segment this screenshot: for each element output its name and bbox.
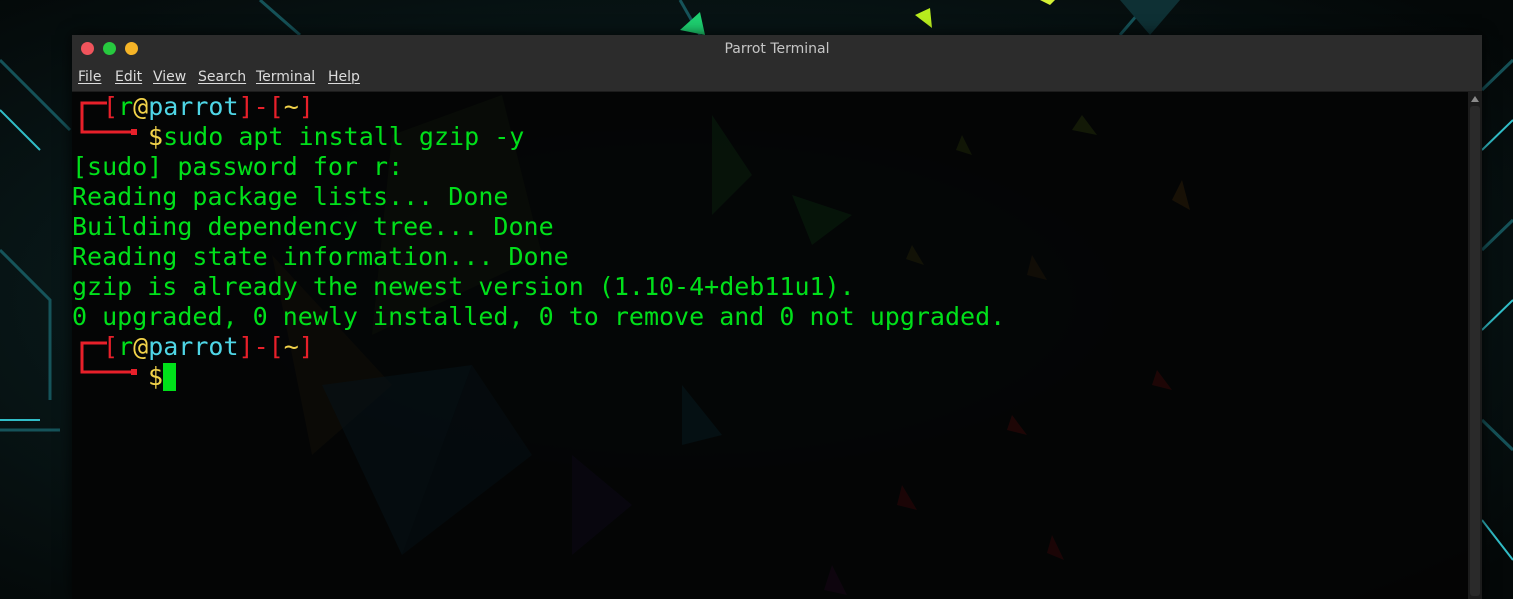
output-line: gzip is already the newest version (1.10…	[72, 272, 855, 301]
menu-help[interactable]: Help	[328, 69, 360, 85]
input-line[interactable]: $	[148, 362, 177, 392]
command-text: sudo apt install gzip -y	[163, 122, 525, 151]
prompt-dash: -	[253, 92, 269, 121]
prompt-cwd: ~	[283, 332, 299, 361]
prompt-cwd-open: [	[268, 92, 284, 121]
menu-view[interactable]: View	[153, 69, 186, 85]
prompt-cwd-close: ]	[298, 332, 314, 361]
output-line: Reading state information... Done	[72, 242, 569, 271]
menu-search[interactable]: Search	[198, 69, 246, 85]
prompt-cwd: ~	[283, 92, 299, 121]
prompt-line-1: [r@parrot]-[~]	[103, 92, 314, 122]
text-cursor	[163, 363, 177, 391]
scroll-up-arrow-icon[interactable]	[1471, 96, 1479, 102]
prompt-dollar: $	[148, 122, 164, 151]
prompt-line-2: [r@parrot]-[~]	[103, 332, 314, 362]
prompt-at: @	[133, 92, 149, 121]
prompt-cwd-close: ]	[298, 92, 314, 121]
menu-edit[interactable]: Edit	[115, 69, 142, 85]
vertical-scrollbar[interactable]	[1468, 92, 1482, 599]
prompt-cwd-open: [	[268, 332, 284, 361]
scroll-thumb[interactable]	[1470, 106, 1480, 596]
prompt-dash: -	[253, 332, 269, 361]
prompt-close-bracket: ]	[238, 92, 254, 121]
output-line: Building dependency tree... Done	[72, 212, 554, 241]
terminal-output-area[interactable]: [r@parrot]-[~] $sudo apt install gzip -y…	[72, 92, 1468, 599]
menu-terminal[interactable]: Terminal	[256, 69, 315, 85]
output-line: [sudo] password for r:	[72, 152, 404, 181]
prompt-host: parrot	[148, 92, 239, 121]
prompt-host: parrot	[148, 332, 239, 361]
terminal-window: Parrot Terminal File Edit View Search Te…	[72, 35, 1482, 599]
menu-bar: File Edit View Search Terminal Help	[72, 64, 1482, 92]
output-line: Reading package lists... Done	[72, 182, 509, 211]
prompt-user: r	[118, 332, 134, 361]
prompt-open-bracket: [	[103, 92, 119, 121]
title-bar[interactable]: Parrot Terminal	[72, 35, 1482, 64]
command-line: $sudo apt install gzip -y	[148, 122, 524, 152]
window-title: Parrot Terminal	[724, 41, 830, 57]
prompt-close-bracket: ]	[238, 332, 254, 361]
prompt-at: @	[133, 332, 149, 361]
menu-file[interactable]: File	[78, 69, 101, 85]
prompt-open-bracket: [	[103, 332, 119, 361]
prompt-dollar: $	[148, 362, 164, 391]
output-line: 0 upgraded, 0 newly installed, 0 to remo…	[72, 302, 1006, 331]
prompt-user: r	[118, 92, 134, 121]
